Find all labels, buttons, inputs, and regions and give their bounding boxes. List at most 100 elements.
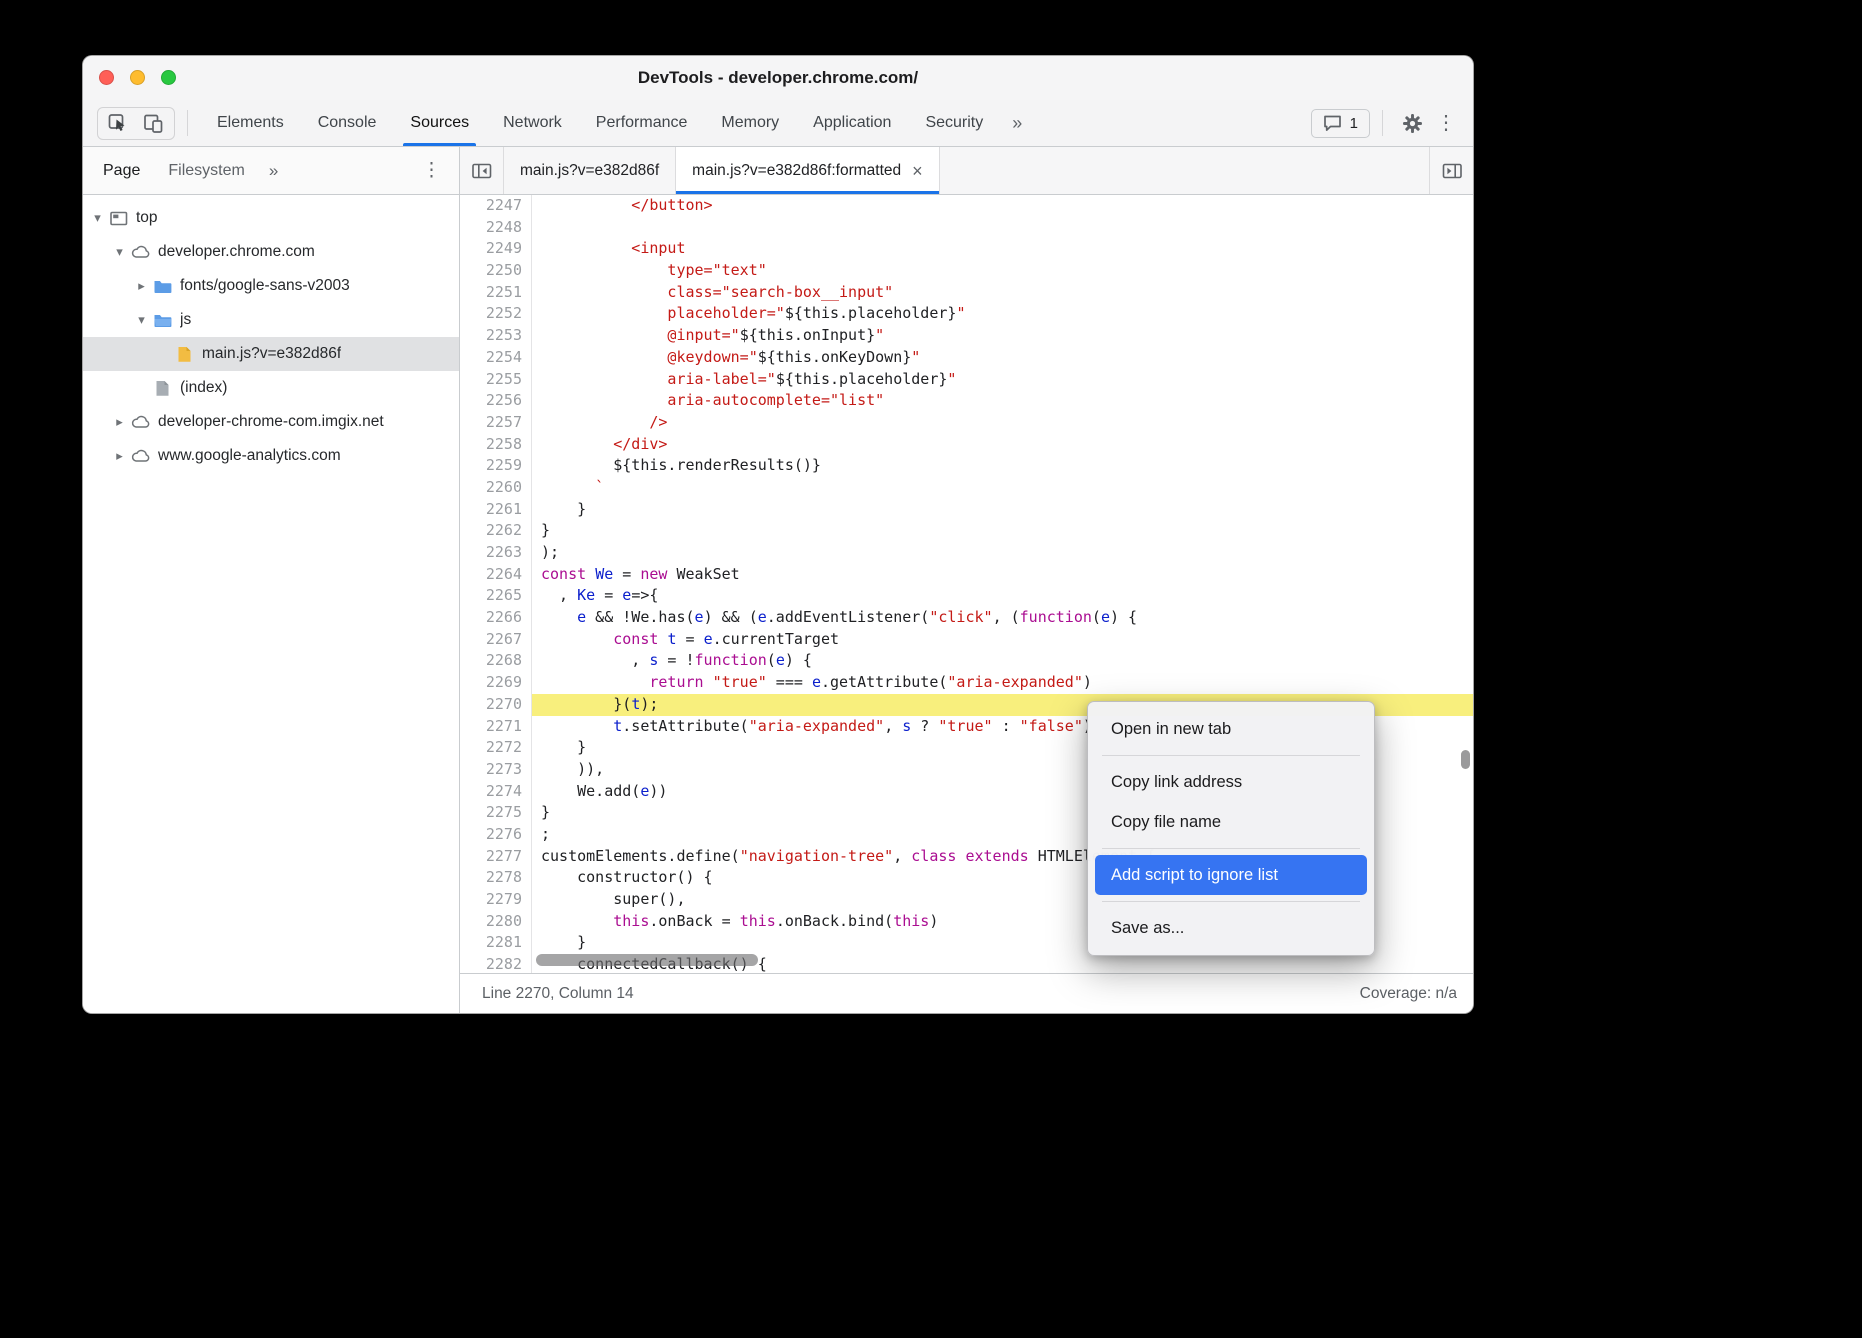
line-number[interactable]: 2248 [460,217,532,239]
line-number[interactable]: 2282 [460,954,532,973]
code-text: type="text" [532,260,1473,282]
file-tab-main-js-formatted[interactable]: main.js?v=e382d86f:formatted × [676,147,939,194]
toggle-editor-pane-icon[interactable] [1429,147,1473,194]
line-number[interactable]: 2266 [460,607,532,629]
device-toolbar-icon[interactable] [143,113,164,134]
expander-closed-icon[interactable]: ▸ [111,414,128,430]
line-number[interactable]: 2270 [460,694,532,716]
menu-item-add-script-to-ignore-list[interactable]: Add script to ignore list [1095,855,1367,895]
line-number[interactable]: 2274 [460,781,532,803]
line-number[interactable]: 2260 [460,477,532,499]
expander-open-icon[interactable]: ▾ [89,210,106,226]
tab-page[interactable]: Page [89,147,154,194]
menu-item-copy-link-address[interactable]: Copy link address [1095,762,1367,802]
file-tab-label: main.js?v=e382d86f [520,162,659,180]
file-tab-main-js[interactable]: main.js?v=e382d86f [504,147,676,194]
tab-performance[interactable]: Performance [579,100,705,146]
line-number[interactable]: 2277 [460,846,532,868]
line-number[interactable]: 2251 [460,282,532,304]
line-number[interactable]: 2261 [460,499,532,521]
code-text: <input [532,238,1473,260]
line-number[interactable]: 2267 [460,629,532,651]
code-line: 2264const We = new WeakSet [460,564,1473,586]
code-line: 2257 /> [460,412,1473,434]
line-number[interactable]: 2272 [460,737,532,759]
tab-application[interactable]: Application [796,100,908,146]
code-line: 2265 , Ke = e=>{ [460,585,1473,607]
tree-item-main-js[interactable]: main.js?v=e382d86f [83,337,459,371]
tab-network[interactable]: Network [486,100,579,146]
coverage-status: Coverage: n/a [1360,985,1457,1003]
line-number[interactable]: 2249 [460,238,532,260]
expander-open-icon[interactable]: ▾ [133,312,150,328]
tree-item-top[interactable]: ▾ top [83,201,459,235]
inspect-device-group [97,107,175,140]
line-number[interactable]: 2247 [460,195,532,217]
line-number[interactable]: 2258 [460,434,532,456]
more-panels-chevron-icon[interactable]: » [1000,100,1034,146]
expander-closed-icon[interactable]: ▸ [111,448,128,464]
code-line: 2254 @keydown="${this.onKeyDown}" [460,347,1473,369]
line-number[interactable]: 2253 [460,325,532,347]
tab-security[interactable]: Security [908,100,1000,146]
close-tab-icon[interactable]: × [912,162,923,180]
line-number[interactable]: 2250 [460,260,532,282]
line-number[interactable]: 2262 [460,520,532,542]
issues-counter-button[interactable]: 1 [1311,109,1370,138]
tree-item-fonts-folder[interactable]: ▸ fonts/google-sans-v2003 [83,269,459,303]
tabbar-spacer [940,147,1429,194]
expander-open-icon[interactable]: ▾ [111,244,128,260]
tree-item-label: js [180,311,191,329]
vertical-scrollbar-thumb[interactable] [1461,750,1470,769]
code-line: 2259 ${this.renderResults()} [460,455,1473,477]
tree-item-index[interactable]: (index) [83,371,459,405]
tab-memory[interactable]: Memory [704,100,796,146]
tree-item-developer-chrome-com[interactable]: ▾ developer.chrome.com [83,235,459,269]
line-number[interactable]: 2259 [460,455,532,477]
line-number[interactable]: 2278 [460,867,532,889]
zoom-window-button[interactable] [161,70,176,85]
tab-console[interactable]: Console [301,100,394,146]
navigator-more-tabs-chevron-icon[interactable]: » [259,147,288,194]
horizontal-scrollbar-thumb[interactable] [536,954,758,966]
code-text: const t = e.currentTarget [532,629,1473,651]
toggle-navigator-panel-icon[interactable] [460,147,504,194]
tree-item-js-folder[interactable]: ▾ js [83,303,459,337]
close-window-button[interactable] [99,70,114,85]
code-text: ${this.renderResults()} [532,455,1473,477]
settings-gear-icon[interactable] [1395,106,1429,140]
menu-item-copy-file-name[interactable]: Copy file name [1095,802,1367,842]
navigator-menu-kebab-icon[interactable]: ⋮ [412,159,451,182]
line-number[interactable]: 2275 [460,802,532,824]
line-number[interactable]: 2268 [460,650,532,672]
line-number[interactable]: 2256 [460,390,532,412]
code-text: placeholder="${this.placeholder}" [532,303,1473,325]
expander-closed-icon[interactable]: ▸ [133,278,150,294]
line-number[interactable]: 2273 [460,759,532,781]
tree-item-imgix-domain[interactable]: ▸ developer-chrome-com.imgix.net [83,405,459,439]
line-number[interactable]: 2263 [460,542,532,564]
tree-item-google-analytics-domain[interactable]: ▸ www.google-analytics.com [83,439,459,473]
line-number[interactable]: 2281 [460,932,532,954]
line-number[interactable]: 2271 [460,716,532,738]
toolbar-divider [1382,110,1383,136]
line-number[interactable]: 2255 [460,369,532,391]
line-number[interactable]: 2254 [460,347,532,369]
tab-filesystem[interactable]: Filesystem [154,147,258,194]
menu-item-open-in-new-tab[interactable]: Open in new tab [1095,709,1367,749]
line-number[interactable]: 2265 [460,585,532,607]
inspect-element-icon[interactable] [108,113,129,134]
panel-tabs: Elements Console Sources Network Perform… [200,100,1034,146]
menu-item-save-as[interactable]: Save as... [1095,908,1367,948]
tab-sources[interactable]: Sources [393,100,486,146]
line-number[interactable]: 2279 [460,889,532,911]
tab-elements[interactable]: Elements [200,100,301,146]
line-number[interactable]: 2257 [460,412,532,434]
more-options-kebab-icon[interactable]: ⋮ [1429,106,1463,140]
line-number[interactable]: 2269 [460,672,532,694]
minimize-window-button[interactable] [130,70,145,85]
line-number[interactable]: 2276 [460,824,532,846]
line-number[interactable]: 2264 [460,564,532,586]
line-number[interactable]: 2280 [460,911,532,933]
line-number[interactable]: 2252 [460,303,532,325]
